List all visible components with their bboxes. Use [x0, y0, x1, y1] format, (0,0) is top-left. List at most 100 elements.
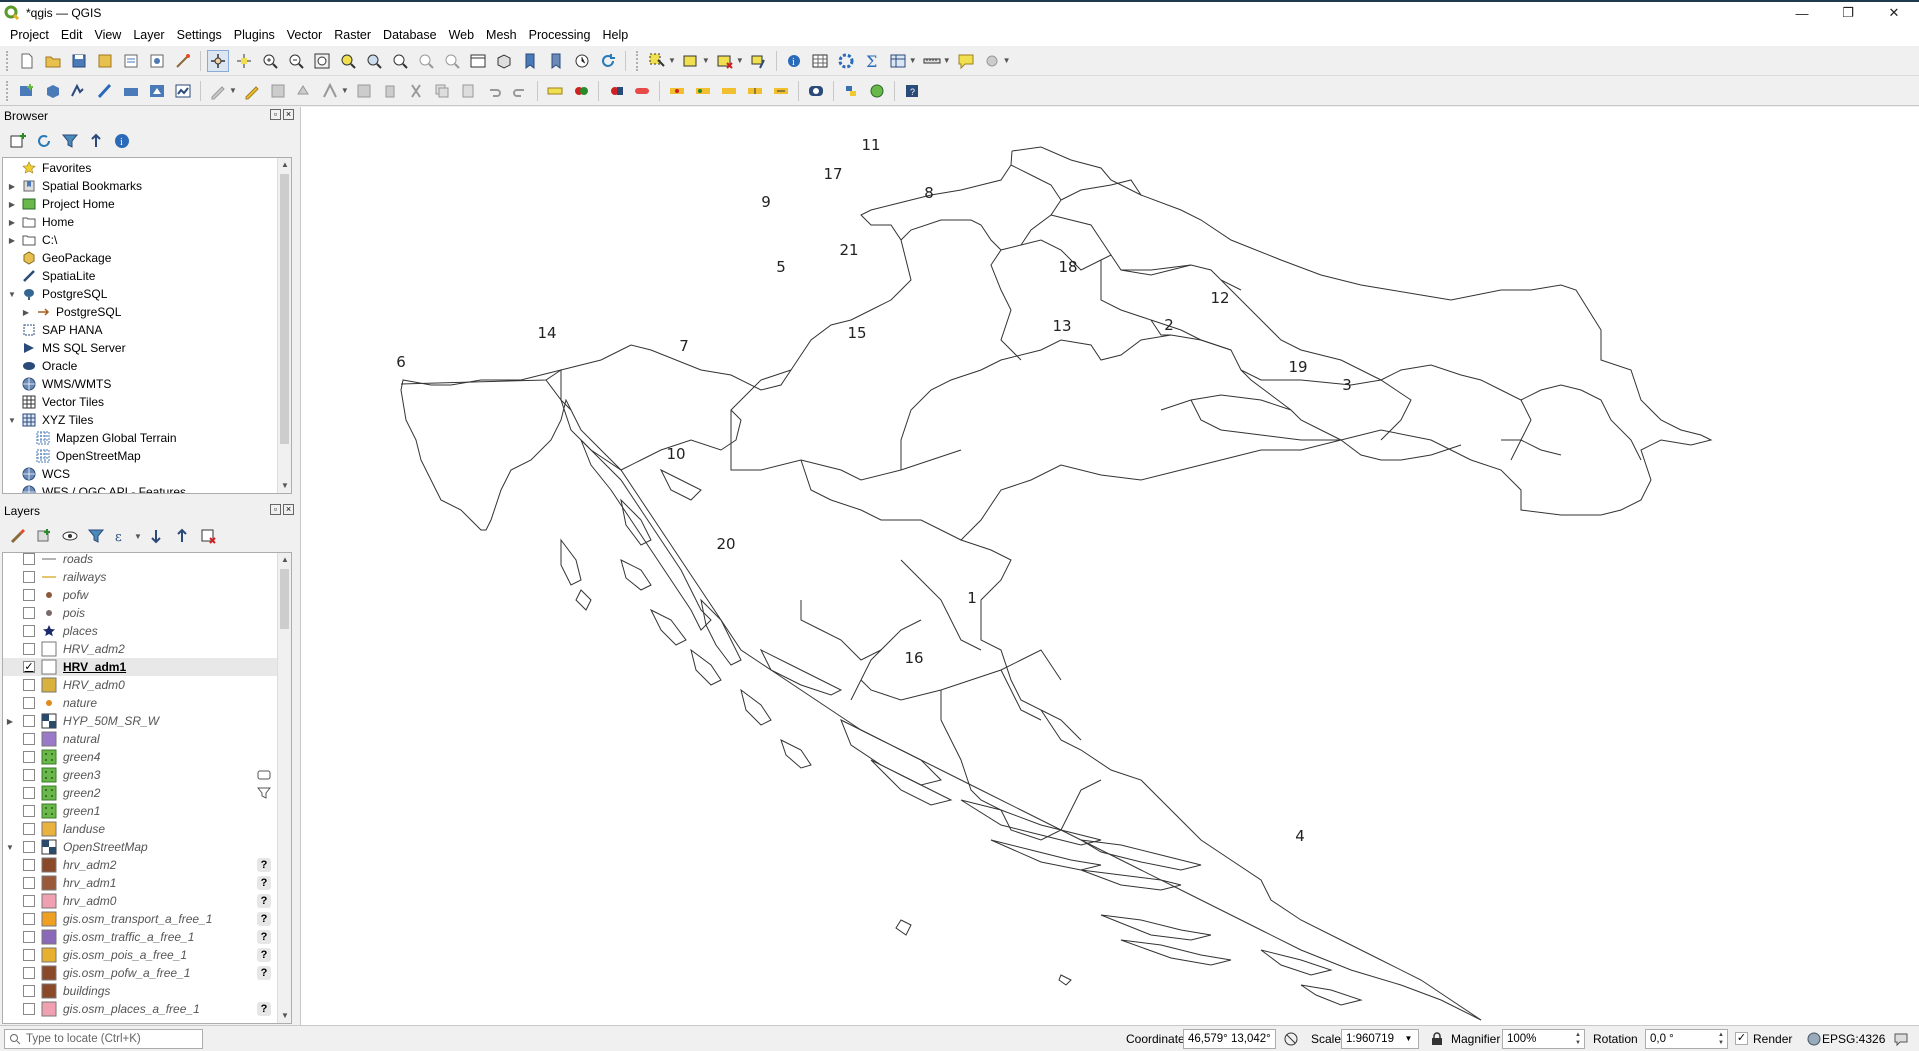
label-move-icon[interactable] [631, 80, 653, 102]
menu-mesh[interactable]: Mesh [480, 24, 523, 46]
scale-dropdown-icon[interactable]: ▼ [1399, 1029, 1419, 1049]
add-raster-icon[interactable] [172, 80, 194, 102]
toolbar-grip[interactable] [6, 50, 10, 71]
add-vector-icon[interactable] [146, 80, 168, 102]
layer-row[interactable]: buildings [3, 982, 291, 1000]
crs-globe-icon[interactable] [1807, 1032, 1821, 1046]
label-pin-all-icon[interactable] [744, 80, 766, 102]
layer-row[interactable]: hrv_adm1? [3, 874, 291, 892]
layer-visibility-checkbox[interactable] [23, 985, 35, 997]
properties-info-icon[interactable]: i [112, 131, 132, 151]
browser-item[interactable]: Oracle [3, 357, 291, 375]
extents-toggle-icon[interactable] [1283, 1031, 1299, 1047]
print-layout-icon[interactable] [120, 50, 142, 72]
expand-arrow-icon[interactable]: ▶ [7, 236, 17, 245]
unavailable-layer-icon[interactable]: ? [257, 948, 271, 962]
expand-arrow-icon[interactable]: ▼ [5, 843, 15, 852]
collapse-layers-icon[interactable] [172, 526, 192, 546]
expand-arrow-icon[interactable]: ▼ [7, 290, 17, 299]
magnifier-field[interactable]: 100% ▲ ▼ [1502, 1029, 1585, 1049]
layer-row[interactable]: ✓ HRV_adm1 [3, 658, 291, 676]
select-by-value-icon[interactable] [680, 50, 702, 72]
browser-scrollbar[interactable]: ▲ ▼ [277, 158, 291, 493]
layer-row[interactable]: ▶ HYP_50M_SR_W [3, 712, 291, 730]
menu-layer[interactable]: Layer [127, 24, 170, 46]
zoom-in-icon[interactable] [259, 50, 281, 72]
menu-edit[interactable]: Edit [55, 24, 89, 46]
render-checkbox[interactable]: ✓ [1735, 1032, 1748, 1045]
menu-project[interactable]: Project [4, 24, 55, 46]
locator-search-input[interactable]: Type to locate (Ctrl+K) [4, 1029, 203, 1049]
browser-item[interactable]: Vector Tiles [3, 393, 291, 411]
layers-scrollbar[interactable]: ▲ ▼ [277, 553, 291, 1023]
zoom-next-icon[interactable] [441, 50, 463, 72]
layout-manager-icon[interactable] [146, 50, 168, 72]
expand-arrow-icon[interactable]: ▼ [7, 416, 17, 425]
browser-item[interactable]: WMS/WMTS [3, 375, 291, 393]
layer-row[interactable]: railways [3, 568, 291, 586]
unavailable-layer-icon[interactable]: ? [257, 1002, 271, 1016]
layer-visibility-checkbox[interactable] [23, 787, 35, 799]
cut-features-icon[interactable] [405, 80, 427, 102]
measure-icon[interactable] [921, 50, 943, 72]
layer-row[interactable]: gis.osm_transport_a_free_1? [3, 910, 291, 928]
layer-row[interactable]: landuse [3, 820, 291, 838]
add-selected-layers-icon[interactable] [8, 131, 28, 151]
zoom-layer-icon[interactable] [363, 50, 385, 72]
browser-item[interactable]: WCS [3, 465, 291, 483]
identify-icon[interactable]: i [783, 50, 805, 72]
layer-row[interactable]: hrv_adm2? [3, 856, 291, 874]
close-button[interactable]: ✕ [1871, 2, 1917, 24]
layer-row[interactable]: gis.osm_pofw_a_free_1? [3, 964, 291, 982]
layer-row[interactable]: green4 [3, 748, 291, 766]
browser-item[interactable]: Mapzen Global Terrain [3, 429, 291, 447]
layer-visibility-checkbox[interactable] [23, 949, 35, 961]
browser-item[interactable]: WFS / OGC API - Features [3, 483, 291, 493]
refresh-browser-icon[interactable] [34, 131, 54, 151]
processing-toolbox-icon[interactable] [835, 50, 857, 72]
select-features-icon[interactable] [646, 50, 668, 72]
copy-features-icon[interactable] [431, 80, 453, 102]
unavailable-layer-icon[interactable]: ? [257, 876, 271, 890]
add-group-icon[interactable] [34, 526, 54, 546]
save-edits-icon[interactable] [267, 80, 289, 102]
expand-arrow-icon[interactable]: ▶ [7, 200, 17, 209]
temporal-controller-icon[interactable] [571, 50, 593, 72]
unavailable-layer-icon[interactable]: ? [257, 966, 271, 980]
layer-row[interactable]: HRV_adm2 [3, 640, 291, 658]
lock-scale-icon[interactable] [1430, 1032, 1444, 1046]
rotation-field[interactable]: 0,0 ° ▲ ▼ [1645, 1029, 1728, 1049]
layer-row[interactable]: ▼ OpenStreetMap [3, 838, 291, 856]
map-canvas[interactable]: 1 2 3 4 5 6 7 8 9 10 11 12 13 14 15 16 1… [300, 107, 1919, 1025]
menu-web[interactable]: Web [443, 24, 480, 46]
modify-attributes-icon[interactable] [353, 80, 375, 102]
browser-item[interactable]: GeoPackage [3, 249, 291, 267]
coordinate-field[interactable]: 46,579° 13,042° [1183, 1029, 1276, 1049]
menu-view[interactable]: View [88, 24, 127, 46]
layer-visibility-checkbox[interactable] [23, 823, 35, 835]
label-rotate-icon[interactable] [666, 80, 688, 102]
plugin-globe-icon[interactable] [866, 80, 888, 102]
map-tips-icon[interactable] [955, 50, 977, 72]
messages-icon[interactable] [1893, 1031, 1909, 1047]
expand-arrow-icon[interactable]: ▶ [21, 308, 31, 317]
browser-item[interactable]: Favorites [3, 159, 291, 177]
layer-row[interactable]: green1 [3, 802, 291, 820]
show-bookmarks-icon[interactable] [545, 50, 567, 72]
unavailable-layer-icon[interactable]: ? [257, 930, 271, 944]
layer-visibility-checkbox[interactable] [23, 625, 35, 637]
filter-browser-icon[interactable] [60, 131, 80, 151]
zoom-out-icon[interactable] [285, 50, 307, 72]
label-options-icon[interactable] [770, 80, 792, 102]
layer-visibility-checkbox[interactable] [23, 913, 35, 925]
save-project-icon[interactable] [68, 50, 90, 72]
help-book-icon[interactable]: ? [901, 80, 923, 102]
menu-database[interactable]: Database [377, 24, 443, 46]
browser-item[interactable]: SAP HANA [3, 321, 291, 339]
manage-visibility-icon[interactable] [60, 526, 80, 546]
new-spatialite-icon[interactable] [94, 80, 116, 102]
redo-icon[interactable] [509, 80, 531, 102]
zoom-last-icon[interactable] [415, 50, 437, 72]
pan-to-selection-icon[interactable] [233, 50, 255, 72]
zoom-selection-icon[interactable] [337, 50, 359, 72]
